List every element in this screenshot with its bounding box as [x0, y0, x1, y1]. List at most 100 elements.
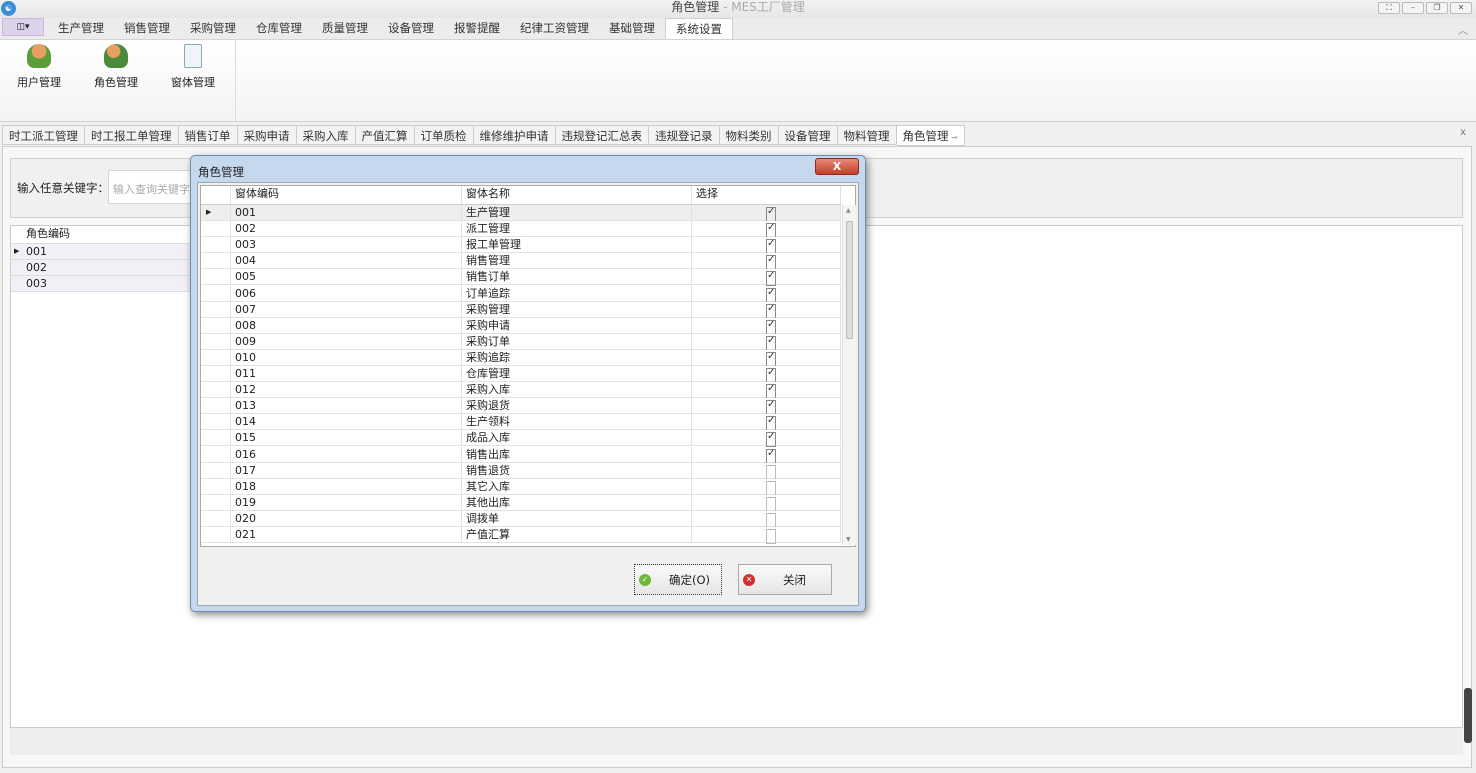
table-row[interactable]: 005 销售订单 ✓ — [201, 269, 841, 287]
menu-tab[interactable]: 仓库管理 — [246, 18, 312, 39]
checked-checkbox[interactable]: ✓ — [766, 255, 776, 271]
checked-checkbox[interactable]: ✓ — [766, 432, 776, 448]
header-select[interactable]: 选择 — [692, 186, 841, 204]
table-row[interactable]: 011 仓库管理 ✓ — [201, 366, 841, 384]
menu-tab[interactable]: 报警提醒 — [444, 18, 510, 39]
checked-checkbox[interactable]: ✓ — [766, 303, 776, 319]
menu-tab[interactable]: 基础管理 — [599, 18, 665, 39]
checked-checkbox[interactable]: ✓ — [766, 239, 776, 255]
checked-checkbox[interactable]: ✓ — [766, 206, 776, 223]
tab-label: 采购入库 — [302, 129, 349, 143]
close-button[interactable]: ✕ 关闭 — [738, 564, 832, 595]
menu-tab[interactable]: 生产管理 — [48, 18, 114, 39]
document-tab[interactable]: 角色管理 ⊸ — [896, 125, 965, 146]
table-row[interactable]: 018 其它入库 — [201, 478, 841, 496]
checked-checkbox[interactable]: ✓ — [766, 335, 776, 351]
dialog-close-button[interactable]: X — [815, 158, 859, 175]
checked-checkbox[interactable]: ✓ — [766, 384, 776, 400]
form-code-cell: 017 — [231, 462, 462, 478]
table-row[interactable]: 013 采购退货 ✓ — [201, 398, 841, 416]
row-indicator — [201, 269, 231, 285]
menu-tab[interactable]: 销售管理 — [114, 18, 180, 39]
scrollbar[interactable] — [1464, 688, 1472, 743]
restore-button[interactable]: ❐ — [1426, 2, 1448, 14]
checked-checkbox[interactable]: ✓ — [766, 367, 776, 384]
close-document-icon[interactable]: x — [1460, 127, 1466, 138]
table-row[interactable]: 007 采购管理 ✓ — [201, 301, 841, 319]
document-tab[interactable]: 时工派工管理 — [2, 125, 85, 145]
unchecked-checkbox[interactable] — [766, 512, 776, 528]
table-row[interactable]: 008 采购申请 ✓ — [201, 317, 841, 335]
menu-tab[interactable]: 设备管理 — [378, 18, 444, 39]
unchecked-checkbox[interactable] — [766, 464, 776, 480]
table-row[interactable]: 002 派工管理 ✓ — [201, 221, 841, 239]
document-tab[interactable]: 维修维护申请 — [473, 125, 556, 145]
unchecked-checkbox[interactable] — [766, 480, 776, 496]
minimize-button[interactable]: – — [1402, 2, 1424, 14]
table-row[interactable]: 003 报工单管理 ✓ — [201, 237, 841, 255]
role-management-button[interactable]: 角色管理 — [81, 44, 151, 90]
row-indicator — [201, 285, 231, 301]
table-row[interactable]: 012 采购入库 ✓ — [201, 382, 841, 400]
table-row[interactable]: 016 销售出库 ✓ — [201, 446, 841, 464]
document-tab[interactable]: 产值汇算 — [355, 125, 415, 145]
table-row[interactable]: 014 生产领料 ✓ — [201, 414, 841, 432]
app-menu-button[interactable]: ◫▾ — [2, 18, 44, 36]
table-row[interactable]: 020 调拨单 — [201, 510, 841, 528]
checked-checkbox[interactable]: ✓ — [766, 351, 776, 367]
header-form-code[interactable]: 窗体编码 — [231, 186, 462, 204]
table-row[interactable]: 009 采购订单 ✓ — [201, 333, 841, 351]
form-management-button[interactable]: 窗体管理 — [158, 44, 228, 90]
close-window-button[interactable]: ✕ — [1450, 2, 1472, 14]
menu-tab[interactable]: 系统设置 — [665, 18, 733, 39]
checked-checkbox[interactable]: ✓ — [766, 416, 776, 432]
scroll-down-icon[interactable]: ▼ — [846, 536, 851, 543]
document-tab[interactable]: 销售订单 — [178, 125, 238, 145]
checked-checkbox[interactable]: ✓ — [766, 287, 776, 303]
table-row[interactable]: 006 订单追踪 ✓ — [201, 285, 841, 303]
document-tab[interactable]: 订单质检 — [414, 125, 474, 145]
document-tab[interactable]: 设备管理 — [778, 125, 838, 145]
table-row[interactable]: 001 — [11, 244, 211, 260]
document-tab[interactable]: 时工报工单管理 — [85, 125, 179, 145]
menu-tab[interactable]: 纪律工资管理 — [510, 18, 599, 39]
document-tab[interactable]: 违规登记录 — [649, 125, 720, 145]
row-indicator — [201, 366, 231, 382]
user-management-button[interactable]: 用户管理 — [4, 44, 74, 90]
table-row[interactable]: 017 销售退货 — [201, 462, 841, 480]
scroll-up-icon[interactable]: ▲ — [846, 207, 851, 214]
checked-checkbox[interactable]: ✓ — [766, 223, 776, 239]
unchecked-checkbox[interactable] — [766, 496, 776, 512]
scroll-thumb[interactable] — [846, 221, 853, 339]
checked-checkbox[interactable]: ✓ — [766, 400, 776, 416]
table-row[interactable]: 004 销售管理 ✓ — [201, 253, 841, 271]
menu-tab[interactable]: 质量管理 — [312, 18, 378, 39]
form-name-cell: 销售出库 — [462, 446, 692, 462]
table-row[interactable]: 002 — [11, 260, 211, 276]
table-row[interactable]: 015 成品入库 ✓ — [201, 430, 841, 448]
row-indicator: ▶ — [201, 205, 231, 221]
checked-checkbox[interactable]: ✓ — [766, 319, 776, 335]
document-tab[interactable]: 物料管理 — [837, 125, 897, 145]
confirm-button[interactable]: ✓ 确定(O) — [634, 564, 722, 595]
checked-checkbox[interactable]: ✓ — [766, 271, 776, 287]
document-tab[interactable]: 采购申请 — [237, 125, 297, 145]
collapse-ribbon-icon[interactable]: ︿ — [1458, 22, 1468, 37]
checked-checkbox[interactable]: ✓ — [766, 448, 776, 464]
select-cell: ✓ — [692, 414, 841, 432]
table-row[interactable]: 003 — [11, 276, 211, 292]
menu-tab[interactable]: 采购管理 — [180, 18, 246, 39]
table-row[interactable]: 010 采购追踪 ✓ — [201, 349, 841, 367]
unchecked-checkbox[interactable] — [766, 529, 776, 545]
pin-icon[interactable]: ⊸ — [949, 133, 958, 142]
grid-scrollbar[interactable]: ▲ ▼ — [842, 205, 856, 545]
document-tab[interactable]: 违规登记汇总表 — [555, 125, 649, 145]
document-tab[interactable]: 采购入库 — [296, 125, 356, 145]
table-row[interactable]: 021 产值汇算 — [201, 527, 841, 545]
table-row[interactable]: 019 其他出库 — [201, 494, 841, 512]
document-tab[interactable]: 物料类别 — [719, 125, 779, 145]
header-form-name[interactable]: 窗体名称 — [462, 186, 692, 204]
fullscreen-button[interactable]: ⛶ — [1378, 2, 1400, 14]
select-cell — [692, 510, 841, 528]
table-row[interactable]: ▶ 001 生产管理 ✓ — [201, 205, 841, 223]
